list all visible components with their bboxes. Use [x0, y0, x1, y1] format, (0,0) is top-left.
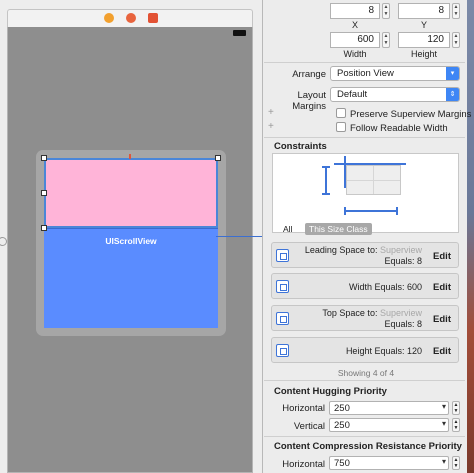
- chevron-down-icon: ▾: [446, 67, 459, 80]
- hugging-horizontal-select[interactable]: 250 ▾: [329, 401, 449, 415]
- preserve-margins-label: Preserve Superview Margins: [350, 109, 472, 120]
- hugging-vertical-stepper[interactable]: ▲ ▼: [452, 418, 460, 432]
- hugging-vertical-label: Vertical: [293, 421, 325, 432]
- x-field[interactable]: 8: [330, 3, 380, 19]
- arrange-select[interactable]: Position View ▾: [330, 66, 460, 81]
- edit-leading-button[interactable]: Edit: [433, 251, 451, 262]
- constraint-leading-target: Superview: [379, 245, 422, 255]
- checkbox-icon: [336, 122, 346, 132]
- resize-handle-bottom-left[interactable]: [41, 225, 47, 231]
- compression-horizontal-stepper[interactable]: ▲ ▼: [452, 456, 460, 470]
- chevron-down-icon: ▾: [441, 402, 446, 411]
- divider: [264, 62, 465, 63]
- constraint-view-preview: [346, 165, 401, 195]
- desktop-wallpaper: [467, 0, 474, 473]
- readable-width-checkbox[interactable]: Follow Readable Width: [336, 122, 448, 134]
- hugging-title: Content Hugging Priority: [274, 386, 387, 397]
- scroll-view-container[interactable]: UIScrollView: [36, 150, 226, 336]
- chevron-up-down-icon: ⇕: [446, 88, 459, 101]
- top-constraint-marker[interactable]: [129, 154, 131, 159]
- divider: [264, 137, 465, 138]
- compression-horizontal-value: 750: [334, 458, 350, 469]
- tab-this-size-class[interactable]: This Size Class: [305, 223, 372, 235]
- compression-title: Content Compression Resistance Priority: [274, 441, 462, 452]
- divider: [264, 380, 465, 381]
- add-variation-plus-icon[interactable]: +: [268, 121, 274, 132]
- view-controller-icon[interactable]: [104, 13, 114, 23]
- hugging-vertical-value: 250: [334, 420, 350, 431]
- edit-top-button[interactable]: Edit: [433, 314, 451, 325]
- view-controller-scene[interactable]: UIScrollView: [7, 27, 253, 473]
- constraints-title: Constraints: [274, 141, 327, 152]
- width-constraint-indicator[interactable]: [344, 207, 398, 215]
- constraint-leading-space[interactable]: Leading Space to: Superview Equals: 8 Ed…: [271, 242, 459, 268]
- hugging-vertical-select[interactable]: 250 ▾: [329, 418, 449, 432]
- constraints-count: Showing 4 of 4: [337, 368, 395, 378]
- height-constraint-indicator[interactable]: [322, 166, 330, 195]
- compression-horizontal-select[interactable]: 750 ▾: [329, 456, 449, 470]
- x-stepper[interactable]: ▲ ▼: [382, 3, 390, 19]
- top-constraint-icon: [276, 312, 289, 325]
- height-stepper[interactable]: ▲ ▼: [452, 32, 460, 48]
- preserve-margins-checkbox[interactable]: Preserve Superview Margins: [336, 108, 471, 120]
- arrange-value: Position View: [337, 68, 394, 79]
- width-field[interactable]: 600: [330, 32, 380, 48]
- exit-icon[interactable]: [148, 13, 158, 23]
- hugging-horizontal-stepper[interactable]: ▲ ▼: [452, 401, 460, 415]
- checkbox-icon: [336, 108, 346, 118]
- resize-handle-middle-left[interactable]: [41, 190, 47, 196]
- height-caption: Height: [410, 49, 437, 59]
- layout-margins-select[interactable]: Default ⇕: [330, 87, 460, 102]
- readable-width-label: Follow Readable Width: [350, 123, 448, 134]
- width-caption: Width: [343, 49, 367, 59]
- pink-content-view[interactable]: [44, 158, 218, 228]
- constraint-top-value: Equals: 8: [384, 319, 422, 329]
- constraints-diagram[interactable]: [272, 153, 459, 233]
- entry-point-arrow-icon[interactable]: [0, 237, 7, 246]
- edit-width-button[interactable]: Edit: [433, 282, 451, 293]
- layout-margins-label: Layout Margins: [292, 90, 326, 112]
- constraint-width-value: Width Equals: 600: [348, 282, 422, 292]
- resize-handle-top-right[interactable]: [215, 155, 221, 161]
- divider: [264, 436, 465, 437]
- compression-horizontal-label: Horizontal: [282, 459, 325, 470]
- width-constraint-icon: [276, 280, 289, 293]
- hugging-horizontal-value: 250: [334, 403, 350, 414]
- edit-height-button[interactable]: Edit: [433, 346, 451, 357]
- scroll-view[interactable]: UIScrollView: [44, 228, 218, 328]
- x-caption: X: [351, 20, 358, 30]
- arrange-label: Arrange: [292, 69, 326, 80]
- chevron-down-icon: ▾: [441, 419, 446, 428]
- battery-icon: [233, 30, 246, 36]
- width-stepper[interactable]: ▲ ▼: [382, 32, 390, 48]
- constraint-height-value: Height Equals: 120: [345, 346, 422, 356]
- selection-connector-line: [216, 236, 266, 237]
- constraint-top-title: Top Space to:: [322, 308, 378, 318]
- scroll-view-label: UIScrollView: [105, 236, 157, 246]
- leading-constraint-icon: [276, 249, 289, 262]
- add-variation-plus-icon[interactable]: +: [268, 107, 274, 118]
- y-caption: Y: [420, 20, 427, 30]
- chevron-down-icon: ▾: [441, 457, 446, 466]
- constraint-leading-title: Leading Space to:: [304, 245, 378, 255]
- constraint-top-target: Superview: [379, 308, 422, 318]
- resize-handle-top-left[interactable]: [41, 155, 47, 161]
- constraint-height[interactable]: Height Equals: 120 Edit: [271, 337, 459, 363]
- scene-dock: [7, 9, 253, 27]
- y-stepper[interactable]: ▲ ▼: [452, 3, 460, 19]
- height-constraint-icon: [276, 344, 289, 357]
- first-responder-icon[interactable]: [126, 13, 136, 23]
- constraint-top-space[interactable]: Top Space to: Superview Equals: 8 Edit: [271, 305, 459, 331]
- hugging-horizontal-label: Horizontal: [282, 403, 325, 414]
- tab-all[interactable]: All: [279, 223, 296, 235]
- constraint-leading-value: Equals: 8: [384, 256, 422, 266]
- layout-margins-value: Default: [337, 89, 368, 100]
- y-field[interactable]: 8: [398, 3, 450, 19]
- height-field[interactable]: 120: [398, 32, 450, 48]
- constraint-width[interactable]: Width Equals: 600 Edit: [271, 273, 459, 299]
